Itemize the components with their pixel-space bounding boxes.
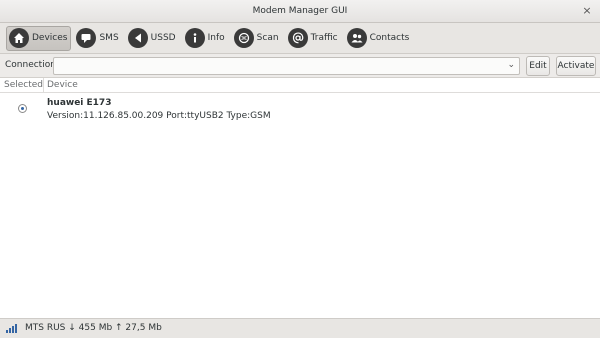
sms-button[interactable]: SMS [73,26,122,51]
contacts-label: Contacts [369,33,410,43]
window-title: Modem Manager GUI [252,6,348,16]
scan-icon [233,28,254,48]
scan-label: Scan [256,33,279,43]
title-bar: Modem Manager GUI × [0,0,600,23]
sms-icon [76,28,97,48]
devices-button[interactable]: Devices [6,25,72,51]
list-header: Selected Device [0,78,600,93]
contacts-button[interactable]: Contacts [344,26,414,51]
ussd-label: USSD [150,33,176,43]
contacts-icon [346,28,367,48]
device-row[interactable]: huawei E173 Version:11.126.85.00.209 Por… [0,95,600,123]
devices-label: Devices [32,33,68,43]
info-icon [184,28,205,48]
column-separator [43,78,44,93]
connection-row: Connection ⌄ Edit Activate [0,54,600,78]
device-select-radio[interactable] [18,104,27,113]
traffic-icon [287,28,308,48]
column-header-device[interactable]: Device [47,80,78,90]
sms-label: SMS [99,33,119,43]
traffic-button[interactable]: Traffic [285,26,342,51]
chevron-down-icon: ⌄ [507,60,515,70]
device-list: Selected Device huawei E173 Version:11.1… [0,78,600,318]
device-name: huawei E173 [47,98,112,108]
home-icon [9,28,29,48]
info-label: Info [207,33,225,43]
scan-button[interactable]: Scan [231,26,283,51]
column-header-selected[interactable]: Selected [4,80,43,90]
connection-dropdown[interactable]: ⌄ [53,57,520,75]
connection-label: Connection [5,60,56,70]
info-button[interactable]: Info [182,26,229,51]
activate-button[interactable]: Activate [556,56,596,76]
edit-button[interactable]: Edit [526,56,550,76]
ussd-icon [127,28,148,48]
traffic-label: Traffic [310,33,338,43]
status-text: MTS RUS ↓ 455 Mb ↑ 27,5 Mb [25,323,162,333]
device-details: Version:11.126.85.00.209 Port:ttyUSB2 Ty… [47,111,271,121]
status-bar: MTS RUS ↓ 455 Mb ↑ 27,5 Mb [0,318,600,338]
main-toolbar: Devices SMS USSD Info Scan Traffic Conta… [0,23,600,54]
radio-dot [21,107,24,110]
signal-strength-icon [6,324,22,333]
close-icon[interactable]: × [580,4,594,18]
ussd-button[interactable]: USSD [125,26,180,51]
